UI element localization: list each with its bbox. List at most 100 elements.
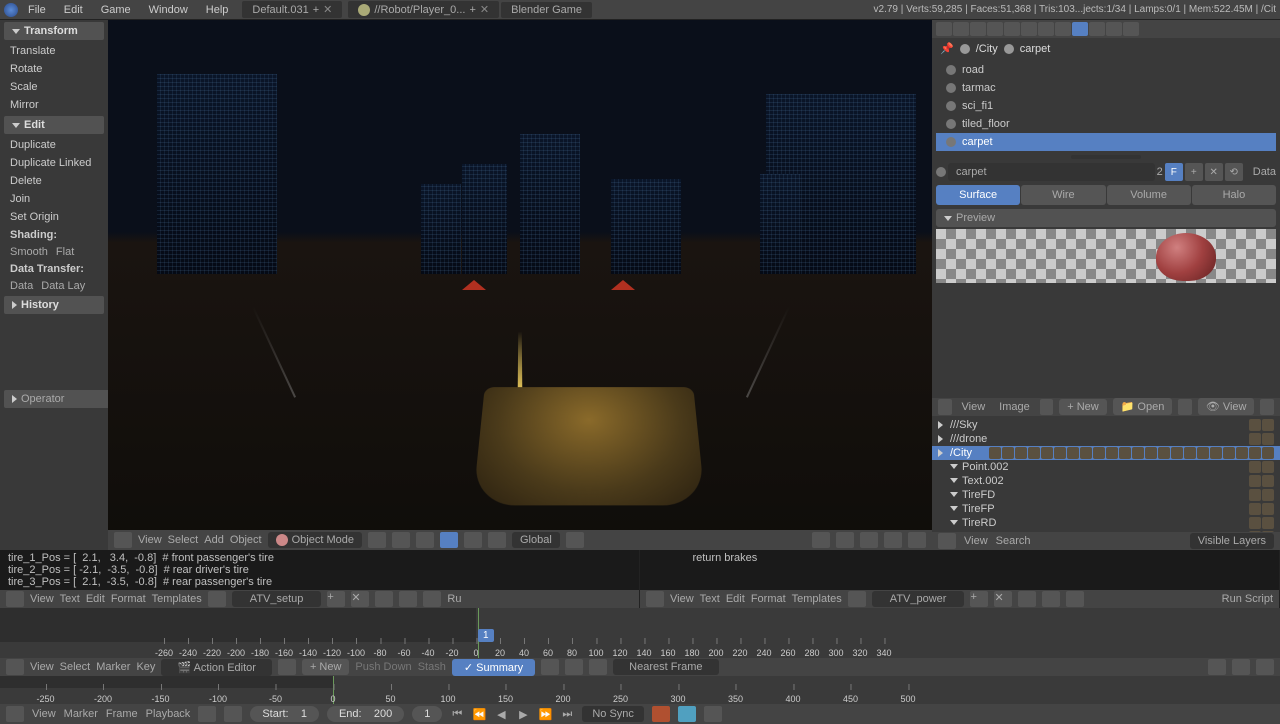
halo-tab[interactable]: Halo: [1192, 185, 1276, 205]
view-button[interactable]: 👁 View: [1198, 398, 1255, 415]
snap-icon[interactable]: [812, 532, 830, 548]
list-resize-handle[interactable]: [1071, 155, 1141, 159]
wordwrap-icon[interactable]: [399, 591, 417, 607]
syntax-icon[interactable]: [1066, 591, 1084, 607]
text-unlink-icon[interactable]: ✕: [994, 591, 1012, 607]
render-engine-dropdown[interactable]: Blender Game: [501, 2, 592, 18]
txt-menu[interactable]: Templates: [792, 593, 842, 605]
wire-tab[interactable]: Wire: [1021, 185, 1105, 205]
manip-scale-icon[interactable]: [488, 532, 506, 548]
keyframe-prev-icon[interactable]: ⏪: [472, 707, 486, 721]
action-browse-icon[interactable]: [278, 659, 296, 675]
outliner-item[interactable]: TireRD: [932, 516, 1280, 530]
delete-button[interactable]: Delete: [0, 172, 108, 190]
paste-icon[interactable]: [908, 532, 926, 548]
expand-icon[interactable]: [950, 520, 958, 525]
outliner-item[interactable]: ///Sky: [932, 418, 1280, 432]
txt-menu[interactable]: Format: [111, 593, 146, 605]
uv-icon[interactable]: [1260, 399, 1274, 415]
vp-menu-add[interactable]: Add: [204, 534, 224, 546]
push-down-button[interactable]: Push Down: [355, 661, 411, 673]
mirror-button[interactable]: Mirror: [0, 96, 108, 114]
mode-dropdown[interactable]: Object Mode: [268, 532, 362, 548]
txt-menu[interactable]: View: [670, 593, 694, 605]
txt-menu[interactable]: Text: [700, 593, 720, 605]
txt-menu[interactable]: Templates: [152, 593, 202, 605]
ol-menu-view[interactable]: View: [964, 535, 988, 547]
keyframe-next-icon[interactable]: ⏩: [538, 707, 552, 721]
shade-smooth-button[interactable]: Smooth: [10, 246, 48, 258]
material-unlink-icon[interactable]: ✕: [1205, 163, 1223, 181]
txt-menu[interactable]: Text: [60, 593, 80, 605]
open-image-button[interactable]: 📁 Open: [1113, 398, 1173, 415]
txt-menu[interactable]: Edit: [726, 593, 745, 605]
editor-type-icon[interactable]: [6, 591, 24, 607]
outliner-item[interactable]: ///drone: [932, 432, 1280, 446]
copy-icon[interactable]: [1232, 659, 1250, 675]
proportional-icon[interactable]: [860, 532, 878, 548]
duplicate-linked-button[interactable]: Duplicate Linked: [0, 154, 108, 172]
outliner-mode-dropdown[interactable]: Visible Layers: [1190, 533, 1274, 549]
prop-modifiers-icon[interactable]: [1038, 22, 1054, 36]
editor-type-icon[interactable]: [646, 591, 664, 607]
duplicate-button[interactable]: Duplicate: [0, 136, 108, 154]
expand-icon[interactable]: [938, 421, 946, 429]
layers-icon[interactable]: [566, 532, 584, 548]
edit-header[interactable]: Edit: [4, 116, 104, 134]
ds-menu[interactable]: View: [30, 661, 54, 673]
data-layout-button[interactable]: Data Lay: [41, 280, 85, 292]
new-image-button[interactable]: + New: [1059, 399, 1106, 415]
play-icon[interactable]: ▶: [516, 707, 530, 721]
rotate-button[interactable]: Rotate: [0, 60, 108, 78]
preview-header[interactable]: Preview: [936, 209, 1276, 227]
render-icon[interactable]: [836, 532, 854, 548]
material-browse-icon[interactable]: [936, 167, 946, 177]
pin-icon[interactable]: 📌: [940, 42, 954, 55]
manip-rotate-icon[interactable]: [464, 532, 482, 548]
dopesheet-mode[interactable]: 🎬 Action Editor: [161, 659, 272, 676]
play-reverse-icon[interactable]: ◀: [494, 707, 508, 721]
manip-translate-icon[interactable]: [440, 532, 458, 548]
material-add-icon[interactable]: +: [1185, 163, 1203, 181]
new-action-button[interactable]: + New: [302, 659, 349, 675]
graph-editor-canvas[interactable]: 1 -260-240-220-200-180-160-140-120-100-8…: [0, 608, 1280, 658]
prop-texture-icon[interactable]: [1089, 22, 1105, 36]
text-file-name[interactable]: ATV_power: [872, 591, 965, 607]
wordwrap-icon[interactable]: [1042, 591, 1060, 607]
summary-toggle[interactable]: ✓ Summary: [452, 659, 535, 676]
pivot-icon[interactable]: [392, 532, 410, 548]
snap-icon[interactable]: [589, 659, 607, 675]
menu-file[interactable]: File: [20, 2, 54, 18]
3d-viewport[interactable]: View Select Add Object Object Mode Globa…: [108, 20, 932, 550]
screen-tab-default[interactable]: Default.031 + ✕: [242, 1, 342, 18]
syntax-icon[interactable]: [423, 591, 441, 607]
expand-icon[interactable]: [938, 449, 946, 457]
material-nodes-icon[interactable]: ⟲: [1225, 163, 1243, 181]
txt-menu[interactable]: Format: [751, 593, 786, 605]
join-button[interactable]: Join: [0, 190, 108, 208]
ds-menu[interactable]: Key: [136, 661, 155, 673]
prop-constraints-icon[interactable]: [1021, 22, 1037, 36]
prop-layers-icon[interactable]: [953, 22, 969, 36]
menu-game[interactable]: Game: [93, 2, 139, 18]
vp-menu-object[interactable]: Object: [230, 534, 262, 546]
expand-icon[interactable]: [950, 506, 958, 511]
txt-menu[interactable]: View: [30, 593, 54, 605]
editor-type-icon[interactable]: [114, 532, 132, 548]
volume-tab[interactable]: Volume: [1107, 185, 1191, 205]
ol-menu-search[interactable]: Search: [996, 535, 1031, 547]
linenum-icon[interactable]: [375, 591, 393, 607]
prop-material-icon[interactable]: [1072, 22, 1088, 36]
text-unlink-icon[interactable]: ✕: [351, 591, 369, 607]
prop-icon[interactable]: [1208, 659, 1226, 675]
expand-icon[interactable]: [950, 478, 958, 483]
run-script-button[interactable]: Ru: [447, 593, 461, 605]
material-slot[interactable]: sci_fi1: [936, 97, 1276, 115]
manipulator-icon[interactable]: [416, 532, 434, 548]
tab-add-icon[interactable]: +: [469, 4, 475, 16]
editor-type-icon[interactable]: [938, 399, 952, 415]
ghost-icon[interactable]: [541, 659, 559, 675]
surface-tab[interactable]: Surface: [936, 185, 1020, 205]
editor-type-icon[interactable]: [938, 533, 956, 549]
outliner-item[interactable]: TireFD: [932, 488, 1280, 502]
